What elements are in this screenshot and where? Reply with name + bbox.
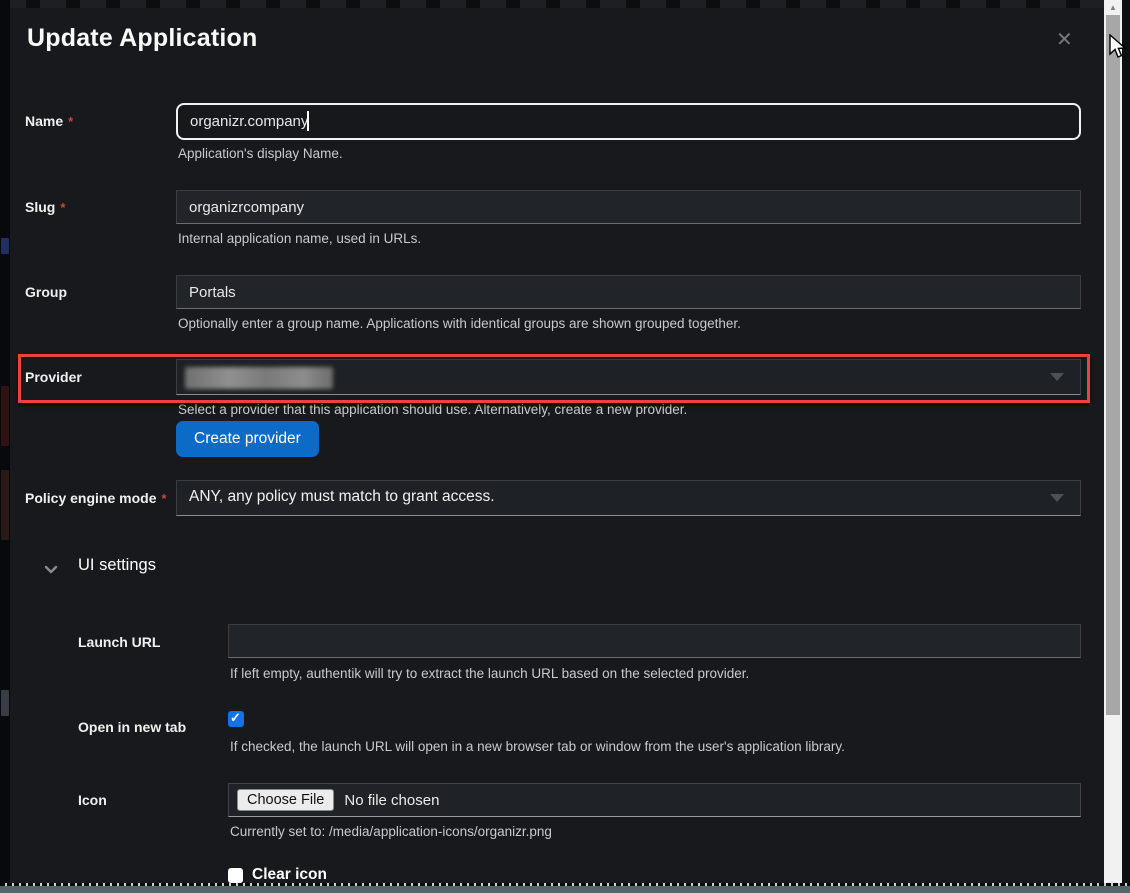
selection-marquee	[0, 883, 1130, 886]
backdrop-page-right	[1122, 0, 1130, 893]
open-in-new-tab-help: If checked, the launch URL will open in …	[230, 739, 845, 754]
backdrop-artifact	[1, 690, 9, 716]
name-label: Name*	[25, 113, 73, 129]
bottom-edge-bar	[0, 886, 1130, 893]
icon-help: Currently set to: /media/application-ico…	[230, 824, 552, 839]
clear-icon-checkbox[interactable]	[228, 868, 243, 883]
create-provider-button[interactable]: Create provider	[176, 421, 319, 457]
policy-engine-mode-select[interactable]: ANY, any policy must match to grant acce…	[176, 480, 1081, 516]
launch-url-input[interactable]	[228, 624, 1081, 658]
launch-url-help: If left empty, authentik will try to ext…	[230, 666, 749, 681]
launch-url-label: Launch URL	[78, 634, 160, 650]
backdrop-artifact	[1, 386, 9, 446]
ui-settings-section-header[interactable]: UI settings	[78, 556, 156, 575]
chevron-down-icon	[1050, 494, 1064, 502]
open-in-new-tab-checkbox[interactable]	[228, 711, 244, 727]
provider-label: Provider	[25, 369, 82, 385]
chevron-down-icon[interactable]	[44, 562, 58, 580]
file-status-text: No file chosen	[344, 792, 439, 809]
page-title: Update Application	[27, 24, 257, 53]
group-input[interactable]	[176, 275, 1081, 309]
chevron-down-icon	[1050, 373, 1064, 381]
required-asterisk: *	[60, 200, 65, 215]
policy-engine-mode-label: Policy engine mode*	[25, 490, 167, 506]
vertical-scrollbar[interactable]: ▲ ▼	[1104, 0, 1122, 893]
group-help: Optionally enter a group name. Applicati…	[178, 316, 741, 331]
icon-file-input[interactable]: Choose File No file chosen	[228, 783, 1081, 817]
name-help: Application's display Name.	[178, 146, 343, 161]
required-asterisk: *	[161, 491, 166, 506]
required-asterisk: *	[68, 114, 73, 129]
scroll-up-icon[interactable]: ▲	[1104, 0, 1122, 15]
backdrop-page-top	[0, 0, 1130, 8]
scrollbar-thumb[interactable]	[1106, 15, 1120, 715]
close-icon[interactable]: ✕	[1056, 30, 1073, 50]
provider-help: Select a provider that this application …	[178, 402, 687, 417]
provider-value-redacted	[185, 367, 333, 389]
clear-icon-label: Clear icon	[252, 866, 327, 884]
name-input[interactable]	[176, 103, 1081, 140]
text-cursor	[307, 111, 309, 131]
slug-label: Slug*	[25, 199, 65, 215]
backdrop-artifact	[1, 238, 9, 254]
slug-help: Internal application name, used in URLs.	[178, 231, 421, 246]
backdrop-page-left	[0, 0, 10, 893]
slug-input[interactable]	[176, 190, 1081, 224]
backdrop-artifact	[1, 470, 9, 540]
open-in-new-tab-label: Open in new tab	[78, 719, 186, 735]
icon-label: Icon	[78, 792, 107, 808]
choose-file-button[interactable]: Choose File	[237, 789, 334, 811]
group-label: Group	[25, 284, 67, 300]
